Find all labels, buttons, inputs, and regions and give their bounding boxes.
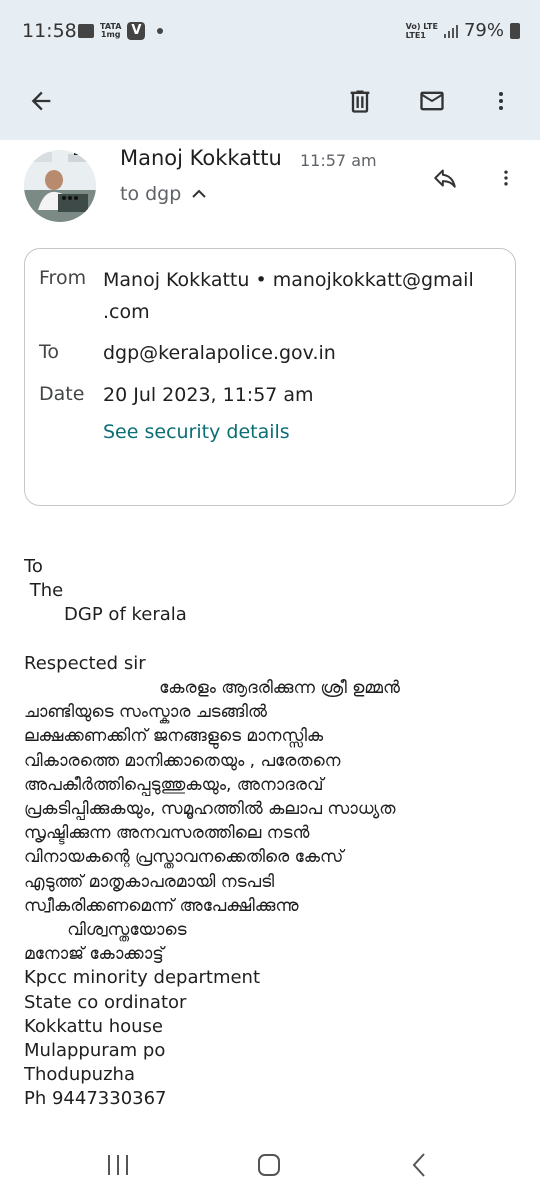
- body-line: Kokkattu house: [24, 1015, 164, 1037]
- body-line: Thodupuzha: [24, 1064, 135, 1086]
- body-line: മനോജ് കോക്കാട്ട്: [24, 944, 164, 965]
- battery-percent: 79%: [463, 20, 504, 41]
- lte-bottom-label: LTE1: [405, 30, 426, 40]
- avatar[interactable]: [24, 150, 96, 222]
- more-vert-icon: [504, 170, 508, 186]
- date-label: Date: [39, 383, 85, 405]
- nav-back-icon: [412, 1153, 425, 1177]
- message-time: 11:57 am: [300, 151, 377, 170]
- gallery-icon: [78, 24, 94, 38]
- from-value-line2: .com: [103, 301, 150, 323]
- body-line: Respected sir: [24, 652, 146, 674]
- from-value: Manoj Kokkattu • manojkokkatt@gmail .com: [103, 264, 503, 328]
- trash-icon: [350, 90, 370, 113]
- body-line: വിനായകന്റെ പ്രസ്താവനക്കെതിരെ കേസ്: [24, 847, 344, 868]
- status-system-icons: Vo) LTE LTE1 79%: [406, 20, 520, 41]
- home-icon: [258, 1154, 280, 1176]
- message-body: To The DGP of kerala ​ Respected sir കേര…: [24, 555, 524, 1128]
- mark-unread-button[interactable]: [407, 76, 457, 126]
- body-line: ലക്ഷക്കണക്കിന് ജനങ്ങളുടെ മാനസ്സിക: [24, 726, 324, 747]
- body-line: വികാരത്തെ മാനിക്കാതെയും , പരേതനെ: [24, 750, 341, 771]
- from-label: From: [39, 267, 87, 289]
- tata-1mg-icon: TATA 1mg: [100, 23, 121, 39]
- app-toolbar: [0, 62, 540, 140]
- body-line: സ്വീകരിക്കണമെന്ന് അപേക്ഷിക്കുന്നു: [24, 895, 299, 916]
- body-line: Kpcc minority department: [24, 967, 261, 989]
- more-vert-icon: [499, 92, 503, 110]
- body-line: Mulappuram po: [24, 1040, 166, 1062]
- v-app-icon: V: [127, 22, 146, 40]
- message-more-button[interactable]: [486, 156, 526, 200]
- recents-button[interactable]: [88, 1148, 148, 1182]
- recents-icon: [108, 1155, 128, 1175]
- body-line: To: [24, 556, 43, 577]
- status-notification-icons: TATA 1mg V: [78, 22, 164, 40]
- body-line: പ്രകടിപ്പിക്കുകയും, സമൂഹത്തിൽ കലാപ സാധ്യ…: [24, 799, 396, 820]
- recipients-summary: to dgp: [120, 183, 182, 205]
- reply-icon: [434, 169, 456, 188]
- envelope-icon: [420, 91, 444, 111]
- signal-icon: [443, 24, 458, 38]
- body-line: ​: [24, 628, 524, 652]
- body-line: വിശ്വസ്തയോടെ: [24, 920, 187, 941]
- body-line: അപകീർത്തിപ്പെടുത്തുകയും, അനാദരവ്: [24, 774, 324, 795]
- lte-top-label: Vo) LTE: [405, 21, 438, 31]
- nav-back-button[interactable]: [390, 1148, 450, 1182]
- delete-button[interactable]: [335, 76, 385, 126]
- status-time: 11:58: [22, 20, 77, 42]
- reply-button[interactable]: [420, 156, 470, 200]
- security-details-link[interactable]: See security details: [103, 421, 290, 443]
- recipients-toggle[interactable]: to dgp: [120, 183, 207, 205]
- body-line: എടുത്ത് മാതൃകാപരമായി നടപടി: [24, 871, 275, 892]
- body-line: സൃഷ്ടിക്കുന്ന അനവസരത്തിലെ നടൻ: [24, 823, 310, 844]
- tata-sub-label: 1mg: [100, 30, 121, 39]
- message-details-card: From Manoj Kokkattu • manojkokkatt@gmail…: [24, 248, 516, 506]
- chevron-up-icon: [192, 189, 207, 198]
- more-options-button[interactable]: [476, 76, 526, 126]
- to-value: dgp@keralapolice.gov.in: [103, 342, 336, 364]
- system-nav-bar: [0, 1130, 540, 1200]
- date-value: 20 Jul 2023, 11:57 am: [103, 384, 314, 406]
- to-label: To: [39, 341, 60, 363]
- body-line: Ph 9447330367: [24, 1088, 167, 1110]
- arrow-left-icon: [31, 91, 51, 111]
- sender-name: Manoj Kokkattu: [120, 146, 282, 170]
- back-button[interactable]: [16, 76, 66, 126]
- from-value-line1: Manoj Kokkattu • manojkokkatt@gmail: [103, 269, 474, 291]
- home-button[interactable]: [239, 1148, 299, 1182]
- body-line: കേരളം ആദരിക്കുന്ന ശ്രീ ഉമ്മൻ: [24, 678, 400, 699]
- body-line: DGP of kerala: [24, 604, 187, 626]
- body-line: State co ordinator: [24, 991, 187, 1013]
- body-line: ചാണ്ടിയുടെ സംസ്കാര ചടങ്ങിൽ: [24, 702, 267, 723]
- body-line: The: [24, 580, 64, 602]
- lte-icon: Vo) LTE LTE1: [406, 22, 438, 40]
- avatar-photo-icon: [24, 150, 96, 222]
- status-bar: 11:58 TATA 1mg V Vo) LTE LTE1 79%: [0, 0, 540, 62]
- notification-dot-icon: [157, 28, 164, 34]
- battery-icon: [510, 22, 520, 39]
